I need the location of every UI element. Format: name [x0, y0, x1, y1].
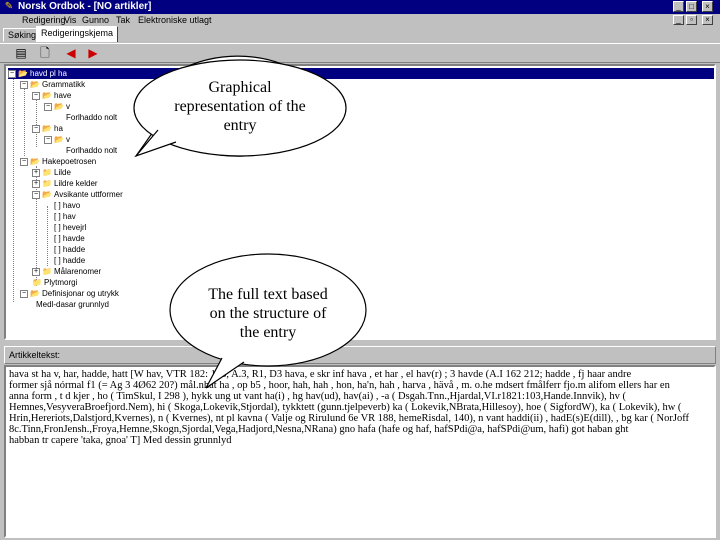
tab-strip: Søking Redigeringskjema — [0, 26, 720, 42]
tree-line — [13, 74, 14, 302]
article-line: hava st ha v, har, hadde, hatt [W hav, V… — [9, 369, 632, 380]
close-icon[interactable]: × — [702, 1, 713, 12]
tree-row-avsikante[interactable]: − 📂 Avsikante uttformer — [32, 189, 123, 200]
tree-row-form[interactable]: [ ] hav — [54, 211, 76, 222]
maximize-icon[interactable]: □ — [686, 1, 697, 12]
toolbar: ▤ 🗋 ◀ ▶ — [0, 43, 720, 63]
article-line: 8c.Tinn,FronJensh.,Froya,Hemne,Skogn,Sjo… — [9, 424, 629, 435]
folder-icon: 📂 — [42, 190, 52, 200]
folder-icon: 📂 — [42, 124, 52, 134]
article-header: Artikkeltekst: — [4, 346, 716, 364]
doc-minimize-icon[interactable]: _ — [673, 15, 684, 25]
menu-item-elektroniske[interactable]: Elektroniske utlagt — [138, 14, 212, 26]
folder-icon: 📂 — [54, 135, 64, 145]
document-icon[interactable]: ▤ — [12, 46, 30, 61]
doc-close-icon[interactable]: × — [702, 15, 713, 25]
tree-row-v[interactable]: − 📂 v — [44, 101, 70, 112]
tree-row-form[interactable]: [ ] hadde — [54, 255, 85, 266]
tree-row-forlhaddo[interactable]: Forlhaddo nolt — [66, 145, 117, 156]
article-line: anna form , t d kjer , ho ( TimSkul, I 2… — [9, 391, 627, 402]
tree-row-lilde[interactable]: + 📁 Lilde — [32, 167, 71, 178]
folder-icon: 📂 — [54, 102, 64, 112]
article-line: Hrin,Hereriots,Dalstjord,Kvernes), n ( K… — [9, 413, 690, 424]
menu-bar: Redigering Vis Gunno Tak Elektroniske ut… — [0, 14, 720, 26]
window-title: Norsk Ordbok - [NO artikler] — [18, 1, 152, 12]
tab-redigeringskjema[interactable]: Redigeringskjema — [36, 26, 119, 42]
article-text-panel[interactable]: hava st ha v, har, hadde, hatt [W hav, V… — [4, 365, 716, 538]
tree-row-form[interactable]: [ ] hadde — [54, 244, 85, 255]
folder-icon: 📂 — [42, 91, 52, 101]
arrow-right-icon[interactable]: ▶ — [84, 46, 102, 61]
doc-restore-icon[interactable]: ▫ — [686, 15, 697, 25]
tree-row-form[interactable]: [ ] hevejrl — [54, 222, 86, 233]
article-line: habban tr capere 'taka, gnoa' T] Med des… — [9, 435, 232, 446]
callout-text-fulltext: The full text based on the structure of … — [208, 286, 328, 341]
minimize-icon[interactable]: _ — [673, 1, 684, 12]
folder-icon: 📂 — [30, 157, 40, 167]
folder-icon: 📁 — [32, 278, 42, 288]
tree-row-forlhaddo[interactable]: Forlhaddo nolt — [66, 112, 117, 123]
tree-line — [47, 206, 48, 266]
menu-item-tak[interactable]: Tak — [116, 14, 130, 26]
folder-icon: 📂 — [18, 69, 28, 79]
tree-row-malarenomer[interactable]: + 📁 Målarenomer — [32, 266, 101, 277]
tree-row-form[interactable]: [ ] havo — [54, 200, 80, 211]
tree-row-ha[interactable]: − 📂 ha — [32, 123, 63, 134]
app-icon[interactable]: ✎ — [3, 1, 15, 13]
tree-row-form[interactable]: [ ] havde — [54, 233, 85, 244]
tree-row-v[interactable]: − 📂 v — [44, 134, 70, 145]
window-titlebar[interactable]: ✎ Norsk Ordbok - [NO artikler] _ □ × — [0, 0, 720, 14]
tree-line — [36, 95, 37, 147]
tree-row-hakepoetrosen[interactable]: − 📂 Hakepoetrosen — [20, 156, 96, 167]
menu-item-redigering[interactable]: Redigering — [22, 14, 66, 26]
tree-row-lildre-kelder[interactable]: + 📁 Lildre kelder — [32, 178, 98, 189]
menu-item-vis[interactable]: Vis — [64, 14, 76, 26]
tree-row-definisjonar[interactable]: − 📂 Definisjonar og utrykk — [20, 288, 119, 299]
entry-tree[interactable]: − 📂 havd pl ha − 📂 Grammatikk − 📂 have − 📂 v For… — [4, 64, 716, 340]
tree-row-medl-dasar[interactable]: Medl-dasar grunnlyd — [36, 299, 109, 310]
tree-row-root[interactable]: − 📂 havd pl ha — [8, 68, 714, 79]
folder-icon: 📁 — [42, 179, 52, 189]
tree-row-have[interactable]: − 📂 have — [32, 90, 71, 101]
tree-row-grammatikk[interactable]: − 📂 Grammatikk — [20, 79, 85, 90]
folder-icon: 📁 — [42, 267, 52, 277]
arrow-left-icon[interactable]: ◀ — [62, 46, 80, 61]
article-line: Hemnes,VesyveraBroefjord.Nem), hi ( Skog… — [9, 402, 682, 413]
menu-item-gunno[interactable]: Gunno — [82, 14, 109, 26]
folder-icon: 📂 — [30, 80, 40, 90]
article-line: former sjå nórmal f1 (= Ag 3 4Ø62 20?) m… — [9, 380, 670, 391]
tree-row-plytmorgi[interactable]: 📁 Plytmorgi — [32, 277, 77, 288]
tree-line — [24, 84, 25, 156]
callout-text-graphical: Graphical representation of the entry — [174, 79, 306, 134]
new-document-icon[interactable]: 🗋 — [36, 46, 54, 61]
panel-splitter[interactable] — [0, 341, 720, 345]
folder-icon: 📂 — [30, 289, 40, 299]
folder-icon: 📁 — [42, 168, 52, 178]
